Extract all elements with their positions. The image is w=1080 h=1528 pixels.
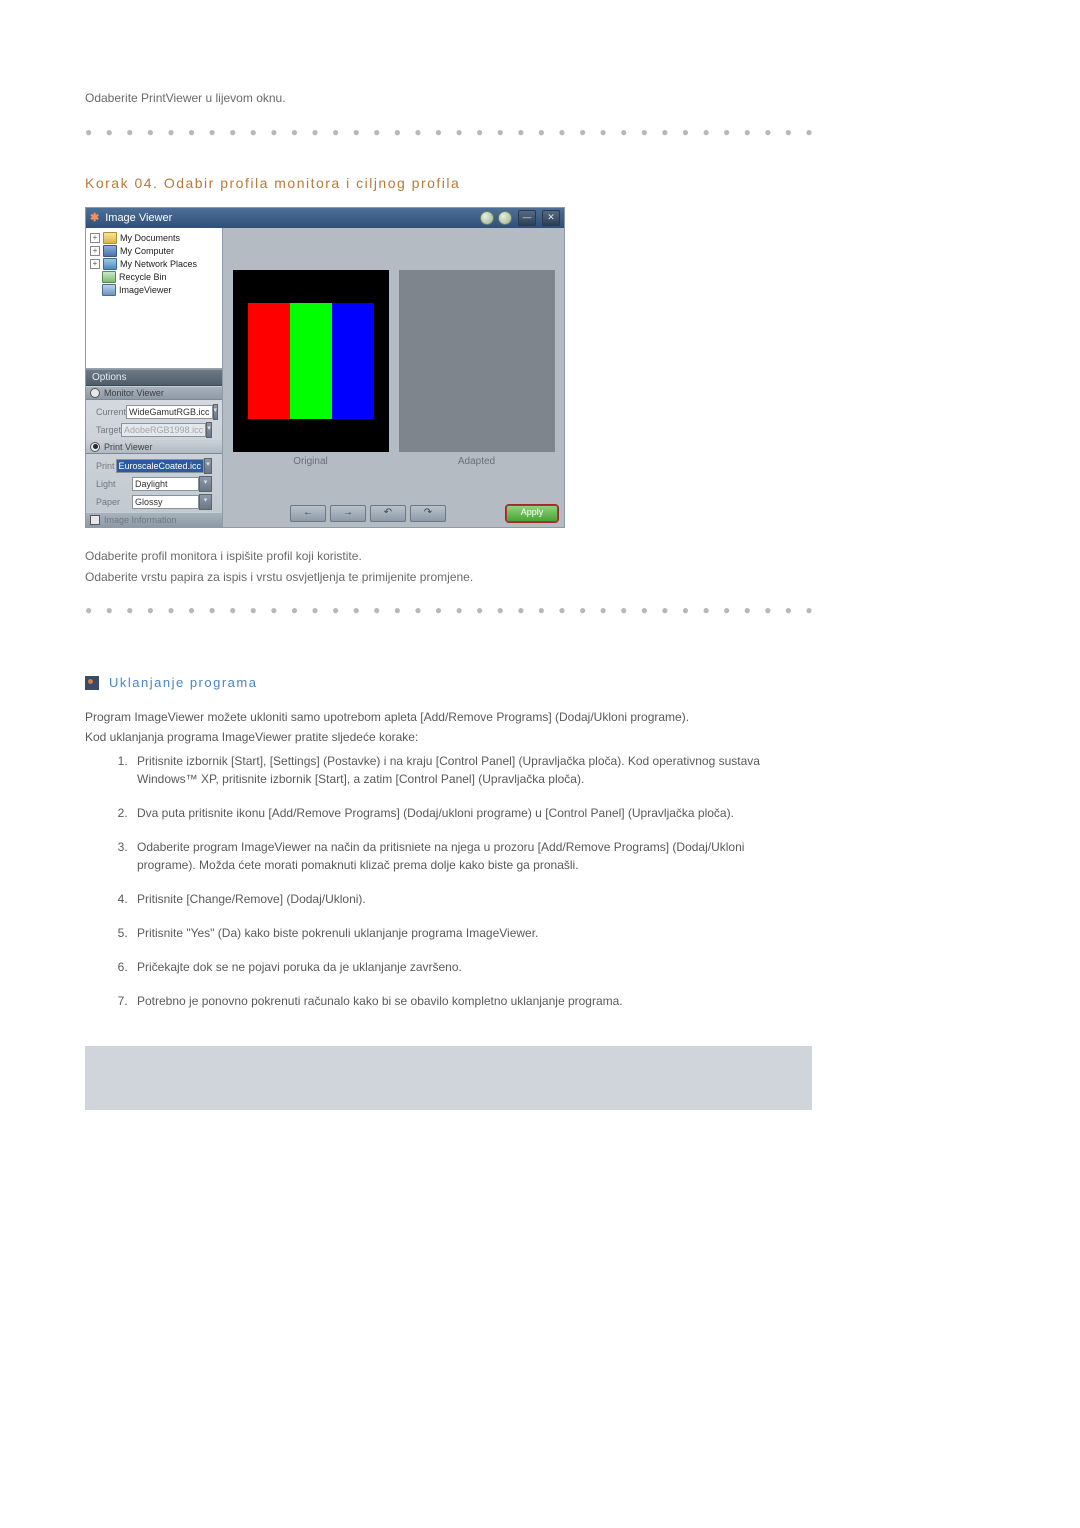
minimize-button[interactable]: — [518, 210, 536, 226]
tree-item-recycle-bin[interactable]: Recycle Bin [88, 271, 222, 284]
tree-label: My Network Places [120, 259, 197, 269]
window-titlebar: ✱ Image Viewer — ✕ [86, 208, 564, 228]
paper-label: Paper [96, 497, 132, 507]
original-pane: Original [233, 270, 389, 467]
print-input[interactable]: EuroscaleCoated.icc [116, 459, 205, 473]
dropdown-icon[interactable]: ▾ [199, 494, 212, 510]
prev-button[interactable]: ← [290, 505, 326, 522]
original-image [233, 270, 389, 452]
print-field: Print EuroscaleCoated.icc ▾ [90, 457, 218, 475]
rotate-right-button[interactable]: ↷ [410, 505, 446, 522]
light-field: Light Daylight ▾ [90, 475, 218, 493]
adapted-pane: Adapted [399, 270, 555, 467]
adapted-image [399, 270, 555, 452]
imageviewer-window: ✱ Image Viewer — ✕ + My Documents + [85, 207, 565, 528]
monitor-viewer-radio[interactable]: Monitor Viewer [86, 386, 222, 400]
step-item: Pričekajte dok se ne pojavi poruka da je… [131, 958, 815, 976]
help-icon-1[interactable] [480, 211, 494, 225]
uninstall-para-1: Program ImageViewer možete ukloniti samo… [85, 708, 815, 726]
step-heading: Korak 04. Odabir profila monitora i cilj… [85, 175, 815, 191]
light-label: Light [96, 479, 132, 489]
app-icon: ✱ [90, 211, 99, 224]
radio-icon[interactable] [90, 388, 100, 398]
step-item: Pritisnite "Yes" (Da) kako biste pokrenu… [131, 924, 815, 942]
radio-icon[interactable] [90, 442, 100, 452]
tree-label: ImageViewer [119, 285, 171, 295]
target-label: Target [96, 425, 121, 435]
left-panel: + My Documents + My Computer + My Networ… [86, 228, 222, 527]
print-viewer-radio[interactable]: Print Viewer [86, 440, 222, 454]
tree-label: Recycle Bin [119, 272, 167, 282]
computer-icon [103, 245, 117, 257]
tree-label: My Computer [120, 246, 174, 256]
separator-dots-2: ● ● ● ● ● ● ● ● ● ● ● ● ● ● ● ● ● ● ● ● … [85, 603, 815, 617]
tree-item-my-computer[interactable]: + My Computer [88, 245, 222, 258]
dropdown-icon: ▾ [206, 422, 212, 438]
rotate-left-button[interactable]: ↶ [370, 505, 406, 522]
current-field: Current WideGamutRGB.icc ▾ [90, 403, 218, 421]
options-panel: Monitor Viewer Current WideGamutRGB.icc … [86, 386, 222, 527]
expand-icon[interactable]: + [90, 233, 100, 243]
radio-label: Print Viewer [104, 442, 152, 452]
dropdown-icon[interactable]: ▾ [199, 476, 212, 492]
step-item: Pritisnite izbornik [Start], [Settings] … [131, 752, 815, 788]
uninstall-heading-row: Uklanjanje programa [85, 675, 815, 690]
uninstall-steps: Pritisnite izbornik [Start], [Settings] … [85, 752, 815, 1010]
dropdown-icon[interactable]: ▾ [204, 458, 212, 474]
options-header: Options [86, 369, 222, 386]
target-field: Target AdobeRGB1998.icc ▾ [90, 421, 218, 439]
apply-button[interactable]: Apply [506, 505, 558, 522]
network-icon [103, 258, 117, 270]
step-item: Odaberite program ImageViewer na način d… [131, 838, 815, 874]
uninstall-icon [85, 676, 99, 690]
expand-icon[interactable]: + [90, 246, 100, 256]
recycle-icon [102, 271, 116, 283]
expand-icon[interactable]: + [90, 259, 100, 269]
tree-item-my-network[interactable]: + My Network Places [88, 258, 222, 271]
uninstall-title: Uklanjanje programa [109, 675, 257, 690]
window-title: Image Viewer [105, 212, 172, 224]
help-icon-2[interactable] [498, 211, 512, 225]
tree-item-imageviewer[interactable]: ImageViewer [88, 284, 222, 297]
dropdown-icon[interactable]: ▾ [213, 404, 219, 420]
checkbox-icon[interactable] [90, 515, 100, 525]
close-button[interactable]: ✕ [542, 210, 560, 226]
preview-toolbar: ← → ↶ ↷ Apply [223, 502, 564, 527]
step-item: Potrebno je ponovno pokrenuti računalo k… [131, 992, 815, 1010]
target-input: AdobeRGB1998.icc [121, 423, 206, 437]
paper-input[interactable]: Glossy [132, 495, 199, 509]
folder-icon [103, 232, 117, 244]
footer-bar [85, 1046, 812, 1110]
preview-panel: Original Adapted ← → ↶ ↷ Apply [222, 228, 564, 527]
tree-label: My Documents [120, 233, 180, 243]
next-button[interactable]: → [330, 505, 366, 522]
original-label: Original [293, 456, 327, 467]
folder-tree[interactable]: + My Documents + My Computer + My Networ… [86, 228, 222, 369]
current-input[interactable]: WideGamutRGB.icc [126, 405, 213, 419]
current-label: Current [96, 407, 126, 417]
step-item: Pritisnite [Change/Remove] (Dodaj/Ukloni… [131, 890, 815, 908]
radio-label: Monitor Viewer [104, 388, 164, 398]
step-item: Dva puta pritisnite ikonu [Add/Remove Pr… [131, 804, 815, 822]
image-information-label: Image Information [104, 515, 177, 525]
image-information-toggle[interactable]: Image Information [86, 512, 222, 527]
adapted-label: Adapted [458, 456, 495, 467]
uninstall-para-2: Kod uklanjanja programa ImageViewer prat… [85, 728, 815, 746]
print-label: Print [96, 461, 116, 471]
tree-item-my-documents[interactable]: + My Documents [88, 232, 222, 245]
after-screenshot-line1: Odaberite profil monitora i ispišite pro… [85, 548, 815, 565]
after-screenshot-line2: Odaberite vrstu papira za ispis i vrstu … [85, 569, 815, 586]
light-input[interactable]: Daylight [132, 477, 199, 491]
paper-field: Paper Glossy ▾ [90, 493, 218, 511]
separator-dots: ● ● ● ● ● ● ● ● ● ● ● ● ● ● ● ● ● ● ● ● … [85, 125, 815, 139]
app-folder-icon [102, 284, 116, 296]
intro-text: Odaberite PrintViewer u lijevom oknu. [85, 90, 815, 107]
